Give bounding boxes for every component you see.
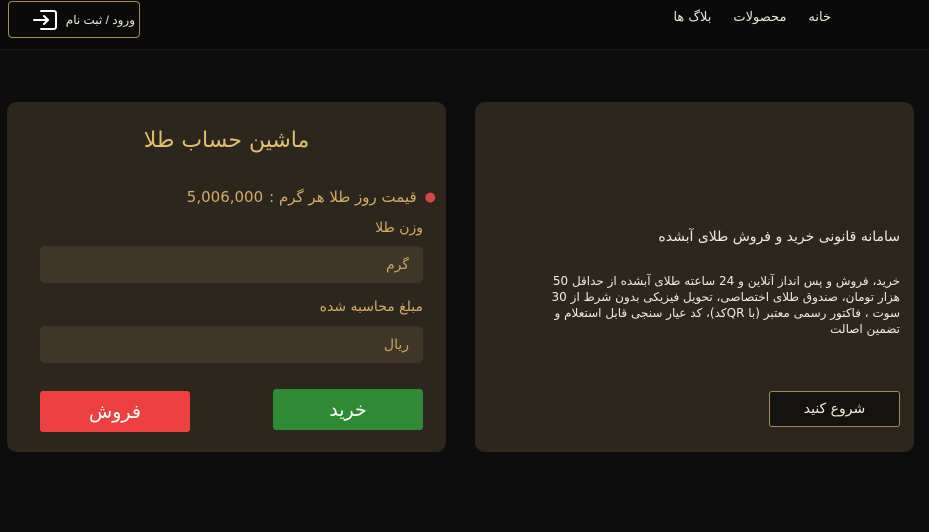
gold-calculator-card: ماشین حساب طلا ● قیمت روز طلا هر گرم : 5…: [7, 102, 446, 452]
daily-price-row: ● قیمت روز طلا هر گرم : 5,006,000: [187, 188, 436, 206]
info-card: سامانه قانونی خرید و فروش طلای آبشده خری…: [475, 102, 914, 452]
amount-label: مبلغ محاسبه شده: [319, 299, 423, 315]
daily-price-label: قیمت روز طلا هر گرم :: [269, 188, 417, 206]
weight-input[interactable]: [40, 246, 423, 283]
amount-input[interactable]: [40, 326, 423, 363]
calculator-title: ماشین حساب طلا: [143, 128, 310, 153]
daily-price-value: 5,006,000: [186, 188, 264, 206]
weight-label: وزن طلا: [375, 220, 423, 236]
login-icon: [30, 6, 60, 34]
start-button[interactable]: شروع کنید: [769, 391, 900, 427]
bullet-icon: ●: [424, 189, 436, 205]
login-register-button[interactable]: ورود / ثبت نام: [8, 1, 140, 38]
nav-products[interactable]: محصولات: [733, 10, 786, 25]
nav-home[interactable]: خانه: [808, 10, 831, 25]
info-description: خرید، فروش و پس انداز آنلاین و 24 ساعته …: [551, 274, 900, 336]
sell-button[interactable]: فروش: [40, 391, 190, 432]
buy-button[interactable]: خرید: [273, 389, 423, 430]
nav-blogs[interactable]: بلاگ ها: [673, 10, 711, 25]
top-header: خانه محصولات بلاگ ها ورود / ثبت نام: [0, 0, 929, 50]
info-title: سامانه قانونی خرید و فروش طلای آبشده: [658, 229, 900, 245]
main-nav: خانه محصولات بلاگ ها: [673, 10, 831, 25]
login-register-label: ورود / ثبت نام: [65, 12, 135, 27]
